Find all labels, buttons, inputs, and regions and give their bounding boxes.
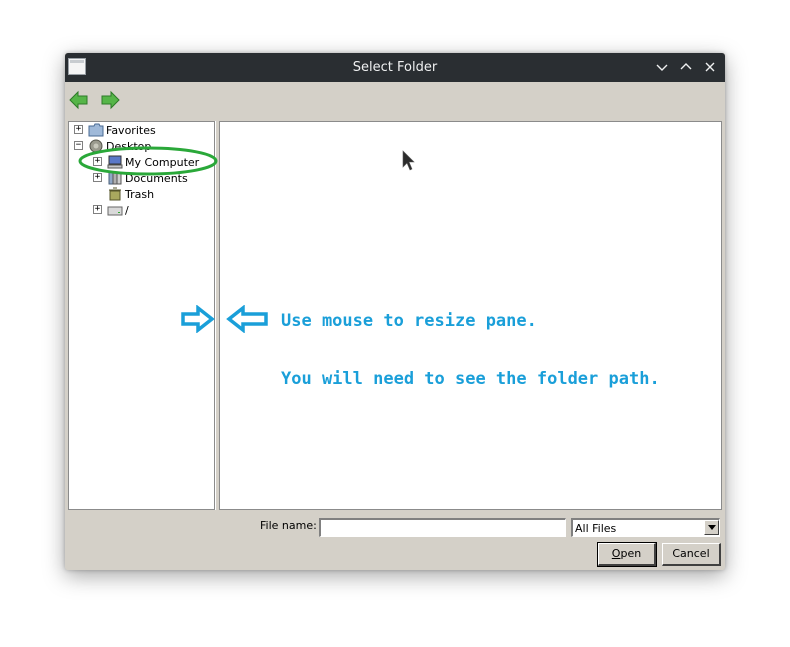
forward-arrow-icon bbox=[101, 90, 120, 110]
tree-item-root[interactable]: + / bbox=[69, 203, 209, 218]
expand-toggle[interactable]: + bbox=[74, 125, 83, 134]
forward-button[interactable] bbox=[98, 88, 122, 112]
tree-item-trash[interactable]: Trash bbox=[69, 187, 209, 202]
title-bar[interactable]: Select Folder bbox=[65, 53, 725, 82]
close-button[interactable] bbox=[701, 58, 719, 76]
trash-icon bbox=[109, 187, 121, 201]
back-button[interactable] bbox=[67, 88, 91, 112]
file-name-input[interactable] bbox=[319, 518, 566, 537]
folder-icon bbox=[88, 123, 104, 137]
close-icon bbox=[705, 62, 715, 72]
annotation-line-2: You will need to see the folder path. bbox=[281, 369, 660, 389]
dropdown-arrow-icon[interactable] bbox=[704, 520, 719, 535]
minimize-button[interactable] bbox=[653, 58, 671, 76]
left-arrow-icon bbox=[226, 305, 268, 333]
drive-icon bbox=[107, 206, 123, 216]
toolbar bbox=[65, 82, 725, 118]
tree-item-label: / bbox=[125, 204, 129, 217]
tree-item-favorites[interactable]: + Favorites bbox=[69, 123, 209, 138]
expand-toggle[interactable]: + bbox=[93, 205, 102, 214]
window-title: Select Folder bbox=[352, 60, 438, 75]
tree-item-label: Favorites bbox=[106, 124, 156, 137]
chevron-down-icon bbox=[656, 64, 668, 71]
back-arrow-icon bbox=[69, 90, 88, 110]
tree-item-label: Trash bbox=[125, 188, 155, 201]
open-button[interactable]: Open bbox=[597, 542, 657, 567]
cancel-button[interactable]: Cancel bbox=[662, 543, 721, 566]
mouse-cursor-icon bbox=[402, 150, 415, 171]
right-arrow-icon bbox=[181, 305, 215, 333]
chevron-up-icon bbox=[680, 63, 692, 70]
file-name-label: File name: bbox=[260, 519, 317, 532]
dialog-footer: File name: All Files Open Cancel bbox=[65, 513, 725, 570]
file-type-select[interactable]: All Files bbox=[571, 518, 720, 537]
maximize-button[interactable] bbox=[677, 58, 695, 76]
file-type-value: All Files bbox=[575, 522, 617, 535]
annotation-line-1: Use mouse to resize pane. bbox=[281, 311, 537, 331]
open-label-rest: pen bbox=[620, 547, 642, 560]
highlight-ellipse bbox=[78, 146, 218, 176]
